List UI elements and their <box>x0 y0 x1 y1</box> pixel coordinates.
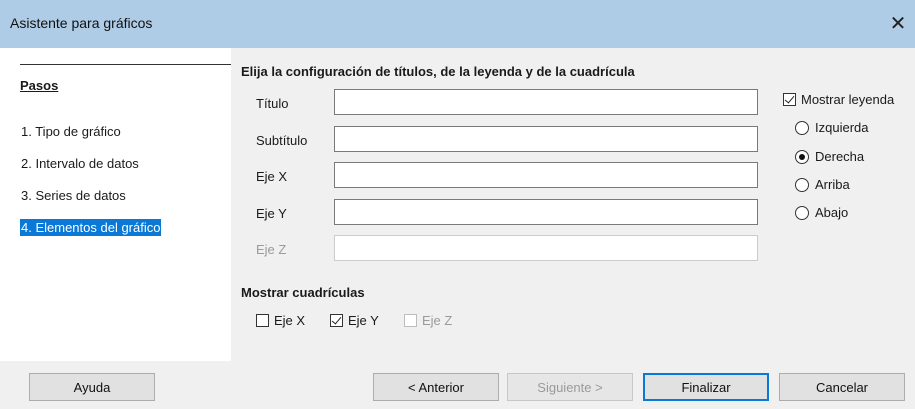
section-heading-titles: Elija la configuración de títulos, de la… <box>241 64 635 79</box>
show-legend-label: Mostrar leyenda <box>801 92 895 107</box>
step-item-2[interactable]: 2. Intervalo de datos <box>20 155 140 172</box>
checkbox-checked-icon <box>330 314 343 327</box>
steps-divider <box>20 64 231 65</box>
radio-selected-icon <box>795 149 809 164</box>
steps-panel: Pasos 1. Tipo de gráfico 2. Intervalo de… <box>0 48 231 361</box>
grid-z-label: Eje Z <box>422 313 453 328</box>
step-item-1[interactable]: 1. Tipo de gráfico <box>20 123 122 140</box>
help-button[interactable]: Ayuda <box>29 373 155 401</box>
legend-right-label: Derecha <box>815 149 865 164</box>
legend-bottom-label: Abajo <box>815 205 849 220</box>
checkbox-checked-icon <box>783 93 796 106</box>
window-title: Asistente para gráficos <box>10 15 153 31</box>
legend-left-radio[interactable]: Izquierda <box>795 120 868 135</box>
back-button[interactable]: < Anterior <box>373 373 499 401</box>
grids-heading: Mostrar cuadrículas <box>241 285 365 300</box>
z-axis-label: Eje Z <box>256 242 287 257</box>
window-titlebar: Asistente para gráficos ✕ <box>0 0 915 48</box>
finish-button[interactable]: Finalizar <box>643 373 769 401</box>
grid-x-checkbox[interactable]: Eje X <box>256 313 305 328</box>
grid-y-checkbox[interactable]: Eje Y <box>330 313 379 328</box>
subtitle-input[interactable] <box>334 126 758 152</box>
subtitle-label: Subtítulo <box>256 133 308 148</box>
checkbox-icon <box>256 314 269 327</box>
grid-x-label: Eje X <box>274 313 306 328</box>
close-icon[interactable]: ✕ <box>885 10 911 36</box>
y-axis-label: Eje Y <box>256 206 287 221</box>
x-axis-input[interactable] <box>334 162 758 188</box>
radio-icon <box>795 177 809 192</box>
radio-icon <box>795 120 809 135</box>
checkbox-icon <box>404 314 417 327</box>
cancel-button[interactable]: Cancelar <box>779 373 905 401</box>
legend-top-radio[interactable]: Arriba <box>795 177 850 192</box>
step-item-4[interactable]: 4. Elementos del gráfico <box>20 219 162 236</box>
y-axis-input[interactable] <box>334 199 758 225</box>
title-input[interactable] <box>334 89 758 115</box>
next-button: Siguiente > <box>507 373 633 401</box>
z-axis-input <box>334 235 758 261</box>
legend-top-label: Arriba <box>815 177 850 192</box>
show-legend-checkbox[interactable]: Mostrar leyenda <box>783 92 894 107</box>
grid-y-label: Eje Y <box>348 313 379 328</box>
legend-right-radio[interactable]: Derecha <box>795 149 864 164</box>
legend-bottom-radio[interactable]: Abajo <box>795 205 848 220</box>
legend-left-label: Izquierda <box>815 120 869 135</box>
title-label: Título <box>256 96 289 111</box>
radio-icon <box>795 205 809 220</box>
steps-heading: Pasos <box>20 78 59 93</box>
grid-z-checkbox: Eje Z <box>404 313 452 328</box>
step-item-3[interactable]: 3. Series de datos <box>20 187 127 204</box>
x-axis-label: Eje X <box>256 169 288 184</box>
